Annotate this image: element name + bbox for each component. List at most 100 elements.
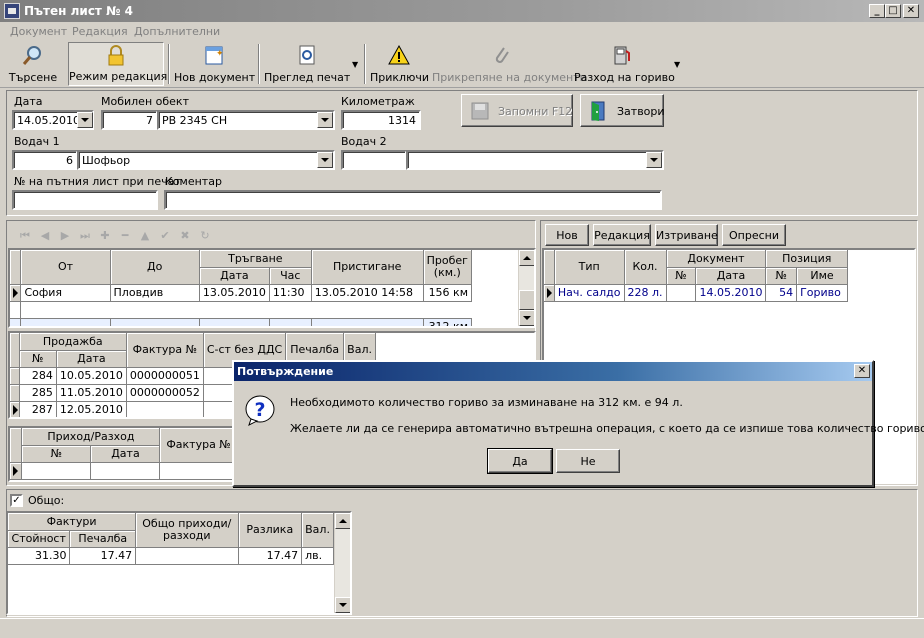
comment-field[interactable]: [164, 190, 662, 210]
refresh-record-icon[interactable]: ↻: [196, 229, 214, 242]
minimize-button[interactable]: _: [869, 4, 885, 18]
col-invoice: Фактура №: [126, 333, 204, 368]
col-sale-date: Дата: [56, 350, 127, 368]
menu-edit[interactable]: Редакция: [72, 25, 128, 38]
scroll-down-button[interactable]: [519, 310, 534, 326]
paperclip-icon: [495, 47, 509, 63]
new-button[interactable]: Нов: [545, 224, 589, 246]
save-button[interactable]: Запомни F12: [461, 94, 573, 127]
delete-record-icon[interactable]: ━: [116, 229, 134, 242]
col-difference: Разлика: [238, 513, 303, 548]
finish-button[interactable]: Приключи: [370, 42, 429, 86]
col-income-title: Приход/Разход: [21, 428, 161, 446]
door-exit-icon: [591, 101, 605, 121]
print-number-field[interactable]: [12, 190, 158, 210]
print-dropdown-arrow[interactable]: ▼: [352, 60, 358, 69]
attach-documents-button[interactable]: Прикрепяне на документи: [432, 42, 587, 86]
col-departure: Тръгване: [199, 250, 312, 268]
col-doc-date: Дата: [695, 267, 767, 285]
mileage-field[interactable]: 1314: [341, 110, 421, 130]
totals-checkbox[interactable]: ✓: [10, 494, 23, 507]
driver2-label: Водач 2: [341, 135, 387, 148]
fuel-pump-icon: [614, 46, 630, 65]
fuel-dropdown-arrow[interactable]: ▼: [674, 60, 680, 69]
table-row[interactable]: [10, 462, 271, 480]
post-record-icon[interactable]: ✔: [156, 229, 174, 242]
new-document-button[interactable]: ✦ Нов документ: [174, 42, 255, 86]
driver2-id-field[interactable]: [341, 150, 407, 170]
totals-label: Общо:: [28, 494, 65, 507]
comment-label: Коментар: [165, 175, 222, 188]
col-total-currency: Вал.: [301, 513, 334, 548]
dialog-close-button[interactable]: ✕: [854, 364, 870, 378]
scroll-thumb[interactable]: [519, 290, 534, 310]
col-doc-no: №: [666, 267, 697, 285]
floppy-disk-icon: [471, 102, 489, 120]
routes-total: 312 км: [423, 318, 473, 326]
dialog-message-line2: Желаете ли да се генерира автоматично въ…: [290, 422, 924, 435]
scroll-up-button[interactable]: [335, 513, 350, 529]
edit-button[interactable]: Редакция: [593, 224, 651, 246]
toolbar-separator: [168, 44, 170, 84]
scroll-up-button[interactable]: [519, 250, 534, 266]
print-preview-button[interactable]: Преглед печат: [264, 42, 350, 86]
mileage-label: Километраж: [341, 95, 415, 108]
close-button[interactable]: Затвори: [580, 94, 665, 127]
driver1-select[interactable]: Шофьор: [77, 150, 335, 170]
menu-bar: Документ Редакция Допълнителни: [0, 22, 924, 40]
menu-extra[interactable]: Допълнителни: [134, 25, 220, 38]
date-dropdown-button[interactable]: [77, 112, 93, 128]
date-label: Дата: [14, 95, 43, 108]
menu-document[interactable]: Документ: [10, 25, 67, 38]
edit-mode-button[interactable]: Режим редакция: [68, 42, 167, 86]
prev-record-icon[interactable]: ◀: [36, 229, 54, 242]
first-record-icon[interactable]: ⏮: [16, 229, 34, 243]
fuel-expense-button[interactable]: Разход на гориво: [574, 42, 675, 86]
routes-total-row: 312 км: [10, 318, 473, 326]
close-window-button[interactable]: ✕: [903, 4, 919, 18]
vehicle-select[interactable]: РВ 2345 СН: [157, 110, 335, 130]
toolbar-separator: [258, 44, 260, 84]
insert-record-icon[interactable]: ✚: [96, 229, 114, 242]
table-row[interactable]: София Пловдив 13.05.2010 11:30 13.05.201…: [10, 284, 473, 302]
print-preview-icon: [299, 45, 315, 65]
driver2-select[interactable]: [406, 150, 664, 170]
next-record-icon[interactable]: ▶: [56, 229, 74, 242]
dialog-title-bar[interactable]: Потвърждение ✕: [234, 362, 872, 381]
totals-grid[interactable]: Фактури Общо приходи/разходи Разлика Вал…: [6, 511, 352, 615]
col-dep-date: Дата: [199, 267, 270, 285]
window-title-bar[interactable]: Пътен лист № 4 _ □ ✕: [0, 0, 924, 22]
delete-button[interactable]: Изтриване: [655, 224, 718, 246]
new-document-icon: ✦: [205, 46, 224, 65]
print-number-label: № на пътния лист при печат: [14, 175, 181, 188]
col-income-date: Дата: [90, 445, 161, 463]
col-income-invoice: Фактура №: [159, 428, 238, 463]
last-record-icon[interactable]: ⏭: [76, 229, 94, 243]
table-row[interactable]: Нач. салдо 228 л. 14.05.2010 54 Гориво: [544, 284, 848, 302]
driver2-dropdown-button[interactable]: [646, 152, 662, 168]
routes-scrollbar[interactable]: [518, 250, 534, 326]
scroll-down-button[interactable]: [335, 597, 350, 613]
confirmation-dialog: Потвърждение ✕ ? Необходимото количество…: [232, 360, 924, 487]
vehicle-dropdown-button[interactable]: [317, 112, 333, 128]
vehicle-id-field[interactable]: 7: [101, 110, 158, 130]
driver1-label: Водач 1: [14, 135, 60, 148]
routes-grid[interactable]: От До Тръгване Пристигане Пробег (км.) Д…: [8, 248, 536, 328]
driver1-dropdown-button[interactable]: [317, 152, 333, 168]
cancel-record-icon[interactable]: ✖: [176, 229, 194, 242]
col-invoices: Фактури: [8, 513, 137, 531]
search-button[interactable]: Търсене: [6, 42, 60, 86]
col-pos-no: №: [765, 267, 798, 285]
totals-scrollbar[interactable]: [334, 513, 350, 613]
edit-record-icon[interactable]: ▲: [136, 229, 154, 242]
yes-button[interactable]: Да: [487, 448, 553, 474]
no-button[interactable]: Не: [556, 449, 620, 473]
col-total-profit: Печалба: [69, 530, 137, 548]
table-row[interactable]: 31.30 17.47 17.47 лв.: [8, 547, 334, 565]
refresh-button[interactable]: Опресни: [722, 224, 786, 246]
col-value: Стойност: [8, 530, 71, 548]
col-type: Тип: [554, 250, 625, 285]
toolbar-separator: [364, 44, 366, 84]
driver1-id-field[interactable]: 6: [12, 150, 78, 170]
maximize-button[interactable]: □: [885, 4, 901, 18]
